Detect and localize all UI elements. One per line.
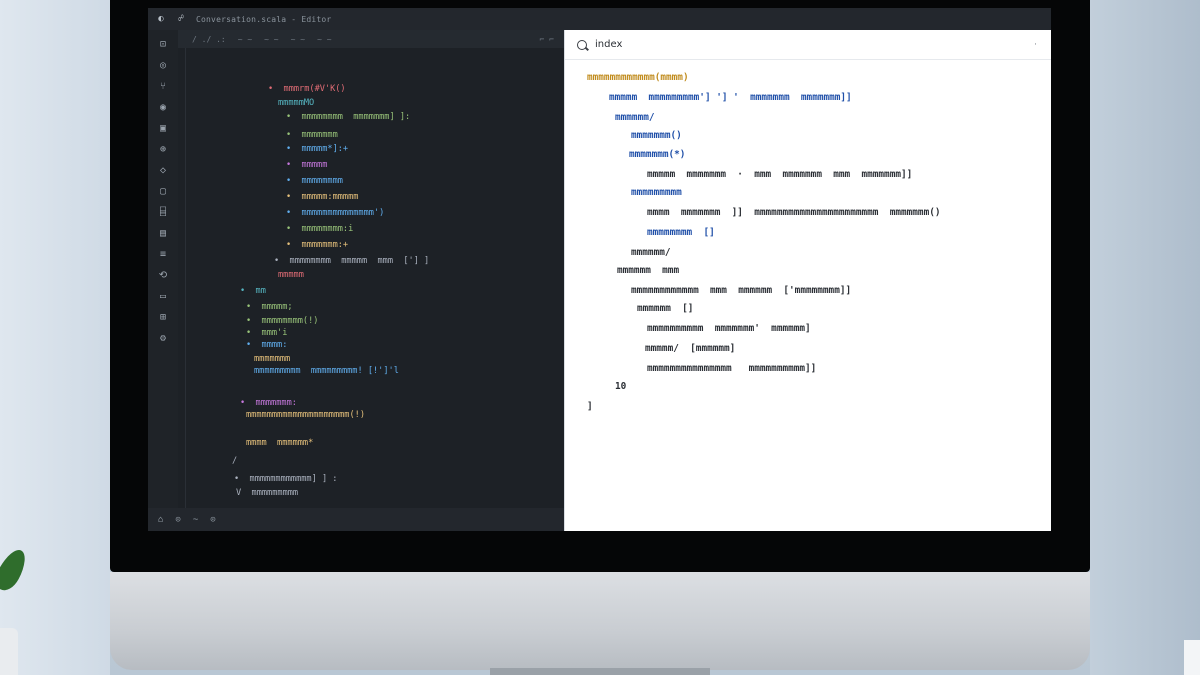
more-icon[interactable]: · bbox=[1034, 40, 1037, 50]
code-line: • mmmmm*]:+ bbox=[286, 144, 349, 154]
code-line: • mmmmmmm: bbox=[240, 398, 297, 408]
desk-object bbox=[1184, 640, 1200, 675]
window-title: Conversation.scala - Editor bbox=[196, 14, 332, 24]
preview-title: index bbox=[595, 39, 623, 50]
files-icon[interactable]: ⊡ bbox=[156, 38, 170, 51]
code-line: • mmm'i bbox=[246, 328, 288, 338]
code-line: mmmmm bbox=[278, 270, 304, 280]
remote-icon[interactable]: ⊕ bbox=[156, 143, 170, 156]
preview-code-line: mmmmmmm() bbox=[631, 130, 682, 141]
code-line: • mmmmmmm bbox=[286, 130, 338, 140]
preview-code-line: mmmmmmmmmmmm mmm mmmmmm ['mmmmmmmm]] bbox=[631, 285, 852, 296]
app-logo-icon[interactable]: ◐ bbox=[156, 14, 166, 24]
preview-panel[interactable]: index · mmmmmmmmmmmm(mmmm) mmmmm mmmmmmmm… bbox=[564, 30, 1051, 531]
code-line: • mmmmm; bbox=[246, 302, 293, 312]
preview-header: index · bbox=[565, 30, 1051, 60]
search-icon[interactable] bbox=[577, 39, 587, 50]
code-line: • mmmmm bbox=[286, 160, 328, 170]
preview-code-line: mmmmm mmmmmmm · mmm mmmmmmm mmm mmmmmmm]… bbox=[647, 169, 913, 180]
code-line: / bbox=[232, 456, 238, 466]
preview-code-line: mmmmmm/ bbox=[631, 247, 671, 258]
window-titlebar: ◐ ☍ Conversation.scala - Editor bbox=[148, 8, 1051, 30]
extensions-icon[interactable]: ▣ bbox=[156, 122, 170, 135]
search-icon[interactable]: ◎ bbox=[156, 59, 170, 72]
code-line: mmmmmMO bbox=[278, 98, 315, 108]
monitor-stand bbox=[490, 668, 710, 675]
screen: ◐ ☍ Conversation.scala - Editor ⊡ ◎ ⑂ ◉ ▣ ⊕ ◇ ▢… bbox=[148, 8, 1051, 531]
code-line: V mmmmmmmmm bbox=[236, 488, 299, 498]
wall-background-right bbox=[1090, 0, 1200, 675]
gear-icon[interactable]: ⚙ bbox=[156, 332, 170, 345]
code-line: • mmmmm:mmmmm bbox=[286, 192, 359, 202]
gutter bbox=[178, 48, 186, 508]
code-line: mmmmmmm bbox=[254, 354, 291, 364]
close-icon[interactable]: ⌐ ⌐ bbox=[540, 35, 554, 44]
code-line: • mmmm: bbox=[246, 340, 288, 350]
code-line: • mmmmmmmmmmmm] ] : bbox=[234, 474, 338, 484]
editor-tab[interactable]: ~ ~ bbox=[238, 35, 252, 44]
preview-code-line: mmmm mmmmmmm ]] mmmmmmmmmmmmmmmmmmmmmm m… bbox=[647, 207, 941, 218]
preview-code-line: mmmmmmmmmmmm(mmmm) bbox=[587, 72, 689, 83]
docker-icon[interactable]: ▢ bbox=[156, 185, 170, 198]
preview-code-line: mmmmmmmmmm mmmmmmm' mmmmmm] bbox=[647, 323, 811, 334]
preview-code-line: mmmmmmmmm bbox=[631, 187, 682, 198]
sync-icon[interactable]: ⊙ bbox=[175, 515, 180, 525]
status-bar: ⌂ ⊙ ~ ⊙ bbox=[148, 508, 564, 531]
settings-sync-icon[interactable]: ⟲ bbox=[156, 269, 170, 282]
database-icon[interactable]: ⌸ bbox=[156, 206, 170, 219]
code-line: • mmmrm(#V'K() bbox=[268, 84, 346, 94]
branch-icon[interactable]: ~ bbox=[193, 515, 198, 525]
notification-icon[interactable]: ⊙ bbox=[210, 515, 215, 525]
code-line: • mmmmmmm:+ bbox=[286, 240, 349, 250]
editor-tab[interactable]: ~ ~ bbox=[264, 35, 278, 44]
activity-bar: ⊡ ◎ ⑂ ◉ ▣ ⊕ ◇ ▢ ⌸ ▤ ≡ ⟲ ▭ ⊞ ⚙ bbox=[148, 30, 178, 510]
code-line: • mmmmmmmmmmmmmm') bbox=[286, 208, 385, 218]
preview-code-line: mmmmm mmmmmmmmm'] '] ' mmmmmmm mmmmmmm]] bbox=[609, 92, 852, 103]
outline-icon[interactable]: ≡ bbox=[156, 248, 170, 261]
editor-tabs: / ./ .: ~ ~ ~ ~ ~ ~ ~ ~ ⌐ ⌐ bbox=[178, 30, 564, 48]
testing-icon[interactable]: ◇ bbox=[156, 164, 170, 177]
code-line: mmmm mmmmmm* bbox=[246, 438, 314, 448]
code-line: mmmmmmmmmmmmmmmmmmmm(!) bbox=[246, 410, 365, 420]
preview-code-line: 10 bbox=[615, 381, 627, 392]
code-line: • mmmmmmmm bbox=[286, 176, 343, 186]
preview-code-line: mmmmm/ [mmmmmm] bbox=[645, 343, 736, 354]
preview-code-line: mmmmmmmm [] bbox=[647, 227, 715, 238]
preview-code-line: mmmmmm/ bbox=[615, 112, 655, 123]
editor-tab[interactable]: ~ ~ bbox=[317, 35, 331, 44]
desk-cup bbox=[0, 628, 18, 675]
preview-code-line: mmmmmm [] bbox=[637, 303, 694, 314]
monitor-chin bbox=[110, 572, 1090, 670]
preview-code-line: ] bbox=[587, 401, 593, 412]
source-control-icon[interactable]: ⑂ bbox=[156, 80, 170, 93]
code-line: • mmmmmmmm mmmmm mmm ['] ] bbox=[274, 256, 430, 266]
code-line: • mmmmmmmm:i bbox=[286, 224, 354, 234]
preview-code-line: mmmmmmmmmmmmmmm mmmmmmmmmm]] bbox=[647, 363, 817, 374]
code-line: • mmmmmmmm(!) bbox=[246, 316, 319, 326]
layout-icon[interactable]: ⊞ bbox=[156, 311, 170, 324]
code-line: mmmmmmmmm mmmmmmmmm! [!']'l bbox=[254, 366, 399, 376]
editor-tab[interactable]: / ./ .: bbox=[192, 35, 226, 44]
preview-code-line: mmmmmmm(*) bbox=[629, 149, 686, 160]
debug-icon[interactable]: ◉ bbox=[156, 101, 170, 114]
code-line: • mmmmmmmm mmmmmmm] ]: bbox=[286, 112, 411, 122]
timeline-icon[interactable]: ▤ bbox=[156, 227, 170, 240]
terminal-icon[interactable]: ▭ bbox=[156, 290, 170, 303]
code-editor[interactable]: / ./ .: ~ ~ ~ ~ ~ ~ ~ ~ ⌐ ⌐ • mmmrm(#V'K() mmm… bbox=[178, 30, 564, 518]
code-line: • mm bbox=[240, 286, 266, 296]
home-icon[interactable]: ⌂ bbox=[158, 515, 163, 525]
editor-tab[interactable]: ~ ~ bbox=[291, 35, 305, 44]
account-icon[interactable]: ☍ bbox=[176, 14, 186, 24]
preview-code-line: mmmmmm mmm bbox=[617, 265, 680, 276]
